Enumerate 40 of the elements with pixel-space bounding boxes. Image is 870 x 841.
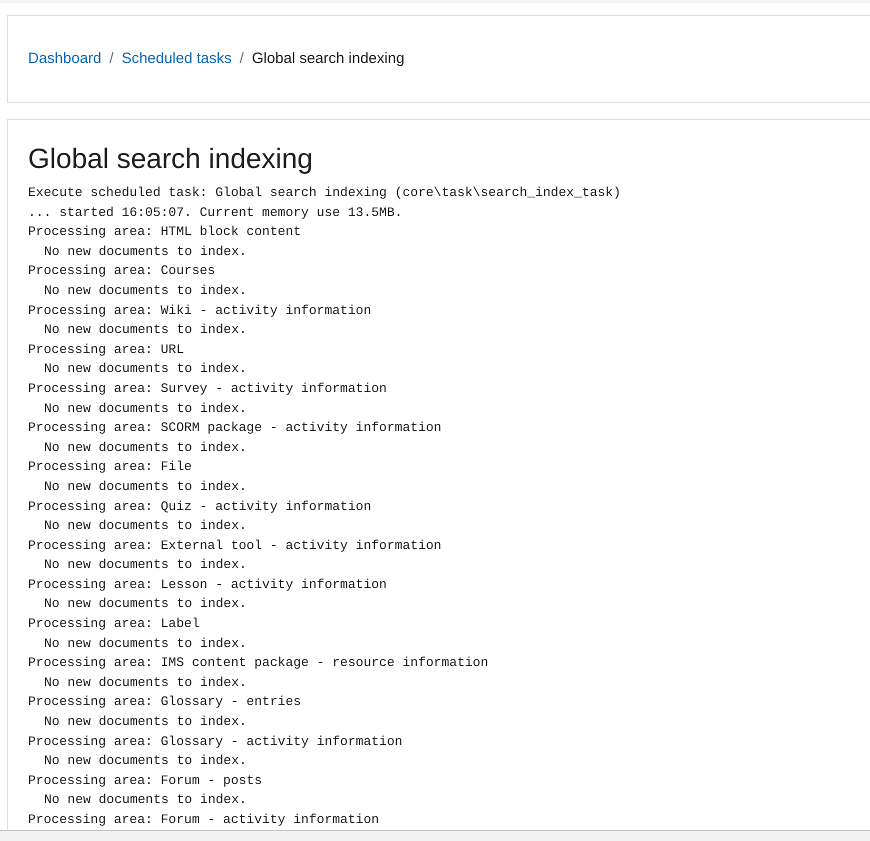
page-heading: Global search indexing bbox=[28, 142, 314, 176]
log-line: No new documents to index. bbox=[44, 557, 247, 572]
log-line: Processing area: Label bbox=[28, 616, 200, 632]
log-line: No new documents to index. bbox=[44, 361, 247, 376]
log-line: No new documents to index. bbox=[44, 400, 247, 416]
breadcrumb-current: Global search indexing bbox=[252, 49, 404, 70]
log-line: Processing area: IMS content package - resource information bbox=[28, 655, 488, 670]
log-line: Execute scheduled task: Global search indexing (core\task\search_index_task) bbox=[28, 185, 621, 200]
log-line: Processing area: File bbox=[28, 459, 192, 474]
breadcrumb-separator: / bbox=[240, 49, 244, 70]
log-line: Processing area: External tool - activity information bbox=[28, 538, 442, 553]
log-line: Processing area: Wiki - activity information bbox=[28, 302, 372, 318]
log-line: No new documents to index. bbox=[44, 792, 247, 808]
log-line: Processing area: Glossary - activity information bbox=[28, 734, 402, 749]
log-line: No new documents to index. bbox=[44, 440, 247, 455]
log-line: No new documents to index. bbox=[44, 636, 247, 651]
log-line: Processing area: Glossary - entries bbox=[28, 694, 302, 710]
log-line: Processing area: Quiz - activity information bbox=[28, 498, 372, 514]
log-line: No new documents to index. bbox=[44, 282, 247, 298]
log-line: No new documents to index. bbox=[44, 518, 247, 534]
log-line: No new documents to index. bbox=[44, 478, 247, 494]
breadcrumb-separator: / bbox=[109, 49, 114, 70]
log-line: Processing area: URL bbox=[28, 342, 184, 357]
horizontal-scrollbar[interactable] bbox=[0, 830, 870, 841]
log-line: No new documents to index. bbox=[44, 596, 247, 612]
log-line: No new documents to index. bbox=[44, 674, 247, 690]
log-line: No new documents to index. bbox=[44, 714, 247, 730]
log-line: No new documents to index. bbox=[44, 753, 247, 768]
log-line: Processing area: Courses bbox=[28, 263, 216, 278]
log-line: Processing area: SCORM package - activity information bbox=[28, 420, 442, 436]
log-line: Processing area: HTML block content bbox=[28, 224, 302, 240]
log-line: Processing area: Forum - activity information bbox=[28, 812, 380, 827]
log-line: No new documents to index. bbox=[44, 322, 247, 338]
log-line: Processing area: Lesson - activity information bbox=[28, 576, 387, 592]
log-line: Processing area: Forum - posts bbox=[28, 772, 262, 788]
breadcrumb-link[interactable]: Dashboard bbox=[28, 48, 102, 71]
breadcrumb-link[interactable]: Scheduled tasks bbox=[122, 48, 232, 71]
log-line: No new documents to index. bbox=[44, 244, 247, 259]
log-line: Processing area: Survey - activity information bbox=[28, 380, 387, 396]
log-line: ... started 16:05:07. Current memory use 13.5MB. bbox=[28, 204, 402, 220]
